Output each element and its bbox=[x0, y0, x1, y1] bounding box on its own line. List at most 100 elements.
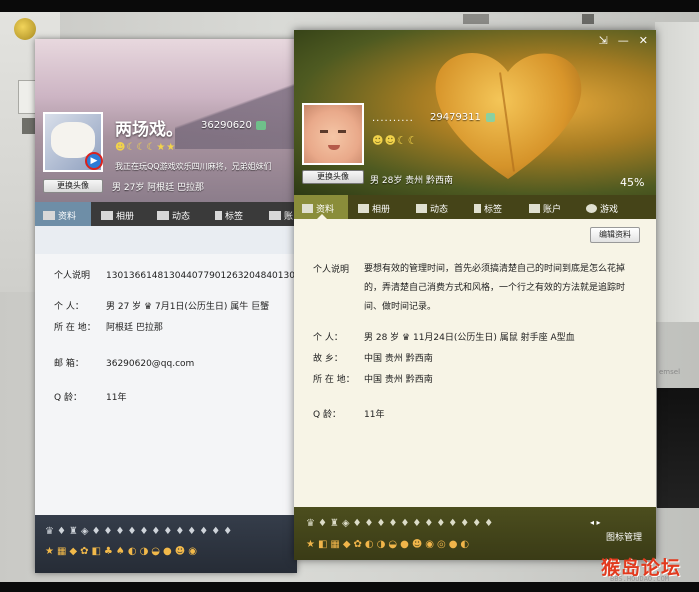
play-badge-icon: ▶ bbox=[85, 152, 103, 170]
bookmark-icon bbox=[215, 211, 222, 220]
left-tab-account-label: 账 bbox=[284, 212, 294, 222]
right-qq-status-icon bbox=[486, 113, 495, 122]
left-tab-feed[interactable]: 动态 bbox=[157, 209, 190, 222]
right-tab-games-label: 游戏 bbox=[600, 205, 619, 215]
left-tab-feed-label: 动态 bbox=[172, 212, 191, 222]
left-personal-row: 个 人： 男 27 岁 ♛ 7月1日(公历生日) 属牛 巨蟹 bbox=[54, 299, 269, 312]
bookmark-icon bbox=[474, 204, 481, 213]
right-tab-account-label: 账户 bbox=[543, 205, 562, 215]
left-tab-profile[interactable]: 资料 bbox=[43, 209, 76, 222]
avatar-eye-right bbox=[338, 130, 346, 133]
album-icon bbox=[358, 204, 369, 213]
monitor-brand-text: emsel bbox=[659, 368, 681, 376]
avatar-mouth bbox=[328, 145, 340, 150]
right-personal-label: 个 人： bbox=[313, 333, 343, 343]
left-basic-info: 男 27岁 阿根廷 巴拉那 bbox=[112, 183, 205, 193]
right-tab-account[interactable]: 账户 bbox=[529, 202, 561, 215]
skin-icon[interactable]: ⇲ bbox=[599, 34, 608, 47]
right-tab-games[interactable]: 游戏 bbox=[586, 202, 618, 215]
briefcase-icon bbox=[269, 211, 281, 220]
right-window-controls: ⇲ — ✕ bbox=[589, 34, 648, 47]
right-change-avatar-button[interactable]: 更换头像 bbox=[302, 170, 364, 184]
left-email-value: 36290620@qq.com bbox=[106, 359, 195, 369]
right-hometown-value: 中国 贵州 黔西南 bbox=[364, 354, 433, 364]
right-location-label: 所 在 地： bbox=[313, 375, 355, 385]
right-qage-value: 11年 bbox=[364, 410, 385, 420]
left-qage-row: Q 龄： 11年 bbox=[54, 390, 126, 403]
briefcase-icon bbox=[529, 204, 540, 213]
avatar-eye-left bbox=[320, 130, 328, 133]
game-icon bbox=[586, 204, 597, 213]
right-tab-tags-label: 标签 bbox=[484, 205, 503, 215]
wall-right bbox=[655, 22, 699, 322]
left-service-icons-row-1[interactable]: ♛♦♜◈♦♦♦♦♦♦♦♦♦♦♦♦ bbox=[45, 526, 290, 537]
magnet-decoration bbox=[14, 18, 36, 40]
top-bar-decoration bbox=[582, 14, 594, 24]
left-level-icons: ☻☾☾☾★★ bbox=[115, 142, 177, 153]
left-tab-tags-label: 标签 bbox=[225, 212, 244, 222]
right-tab-tags[interactable]: 标签 bbox=[474, 202, 502, 215]
left-nickname: 两场戏。 bbox=[115, 120, 183, 140]
photo-top-border bbox=[0, 0, 699, 12]
left-qq-number: 36290620 bbox=[201, 120, 252, 131]
left-location-value: 阿根廷 巴拉那 bbox=[106, 323, 163, 333]
edit-profile-button[interactable]: 编辑资料 bbox=[590, 227, 640, 243]
profile-window-right: ⇲ — ✕ ·········· 29479311 ☻☻☾☾ 更换头像 男 28岁 … bbox=[294, 30, 656, 560]
right-service-icons-row-1[interactable]: ♛♦♜◈♦♦♦♦♦♦♦♦♦♦♦♦ bbox=[306, 518, 596, 529]
left-tab-album-label: 相册 bbox=[116, 212, 135, 222]
left-email-row: 邮 箱： 36290620@qq.com bbox=[54, 356, 194, 369]
left-toolbar-strip bbox=[35, 226, 297, 254]
forum-watermark-url: BBS.HOUDAO.COM bbox=[610, 575, 670, 583]
photo-bottom-border bbox=[0, 582, 699, 592]
right-basic-info: 男 28岁 贵州 黔西南 bbox=[370, 176, 454, 186]
left-tab-album[interactable]: 相册 bbox=[101, 209, 134, 222]
left-location-label: 所 在 地： bbox=[54, 323, 96, 333]
right-tab-album-label: 相册 bbox=[372, 205, 391, 215]
right-qage-label: Q 龄： bbox=[313, 410, 341, 420]
left-status-message: 我正在玩QQ游戏欢乐四川麻将，兄弟姐妹们 bbox=[115, 162, 272, 171]
icon-manager-button[interactable]: 图标管理 bbox=[606, 530, 642, 543]
left-qage-value: 11年 bbox=[106, 393, 127, 403]
right-location-value: 中国 贵州 黔西南 bbox=[364, 375, 433, 385]
left-intro-value: 1301366148130440779012632048401304 bbox=[106, 271, 297, 281]
right-qq-number: 29479311 bbox=[430, 112, 481, 123]
feed-icon bbox=[157, 211, 169, 220]
right-service-icons-row-2[interactable]: ★◧▦◆✿◐◑◒●☻◉◎●◐ bbox=[306, 539, 596, 550]
right-tab-feed-label: 动态 bbox=[430, 205, 449, 215]
left-change-avatar-button[interactable]: 更换头像 bbox=[43, 179, 103, 193]
profile-window-left: ▶ 两场戏。 36290620 ☻☾☾☾★★ 我正在玩QQ游戏欢乐四川麻将，兄弟… bbox=[35, 39, 297, 573]
profile-completion-percent: 45% bbox=[620, 176, 645, 189]
left-avatar[interactable]: ▶ bbox=[43, 112, 103, 172]
right-personal-value: 男 28 岁 ♛ 11月24日(公历生日) 属鼠 射手座 A型血 bbox=[364, 333, 575, 343]
right-intro-value: 要想有效的管理时间，首先必须搞清楚自己的时间到底是怎么花掉的，弄清楚自己消费方式… bbox=[364, 264, 626, 312]
left-tab-profile-label: 资料 bbox=[58, 212, 77, 222]
left-tab-tags[interactable]: 标签 bbox=[215, 209, 243, 222]
right-tab-album[interactable]: 相册 bbox=[358, 202, 390, 215]
profile-card-icon bbox=[43, 211, 55, 220]
right-tab-feed[interactable]: 动态 bbox=[416, 202, 448, 215]
top-sticker-decoration bbox=[463, 14, 489, 24]
left-email-label: 邮 箱： bbox=[54, 359, 84, 369]
left-location-row: 所 在 地： 阿根廷 巴拉那 bbox=[54, 320, 163, 333]
right-level-icons: ☻☻☾☾ bbox=[372, 134, 419, 147]
left-qage-label: Q 龄： bbox=[54, 393, 82, 403]
monitor-decoration bbox=[657, 388, 699, 508]
left-personal-label: 个 人： bbox=[54, 302, 84, 312]
left-intro-label: 个人说明 bbox=[54, 271, 91, 281]
left-service-icons-row-2[interactable]: ★▦◆✿◧♣♠◐◑◒●☻◉ bbox=[45, 546, 290, 557]
close-icon[interactable]: ✕ bbox=[639, 34, 648, 47]
profile-card-icon bbox=[302, 204, 313, 213]
left-qq-status-icon bbox=[256, 121, 266, 130]
right-tab-caret bbox=[316, 214, 328, 220]
left-intro-row: 个人说明 1301366148130440779012632048401304 bbox=[54, 268, 297, 281]
right-hometown-label: 故 乡： bbox=[313, 354, 343, 364]
minimize-icon[interactable]: — bbox=[618, 34, 629, 47]
right-nickname: ·········· bbox=[372, 116, 414, 127]
right-intro-label: 个人说明 bbox=[313, 265, 350, 275]
right-avatar[interactable] bbox=[302, 103, 364, 165]
album-icon bbox=[101, 211, 113, 220]
icon-scroll-arrows[interactable]: ◂ ▸ bbox=[590, 518, 601, 527]
left-tab-account[interactable]: 账 bbox=[269, 209, 293, 222]
feed-icon bbox=[416, 204, 427, 213]
left-icon-bar bbox=[35, 515, 297, 573]
